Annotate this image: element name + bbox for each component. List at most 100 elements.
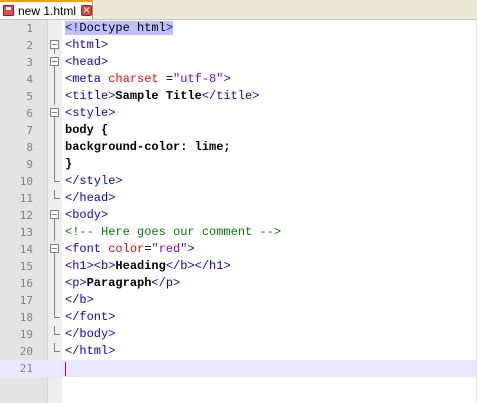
fold-end [50,309,61,326]
code-token: > [165,21,174,35]
line-number: 19 [19,328,33,341]
tab-label: new 1.html [17,3,77,18]
line-code: <title>Sample Title</title> [65,88,259,105]
code-token: </html> [65,344,116,358]
line-code: </b> [65,292,94,309]
code-line[interactable]: 14 <font color="red"> [0,241,477,258]
line-number: 21 [19,362,33,375]
code-token: = [158,72,174,86]
fold-line [50,88,61,105]
code-line[interactable]: 21 [0,360,477,377]
code-token: <font [65,242,109,256]
code-token: <style> [65,106,116,120]
fold-line [50,275,61,292]
code-token: </p> [151,276,181,290]
fold-toggle-icon[interactable] [50,207,61,224]
code-line[interactable]: 18 </font> [0,309,477,326]
fold-toggle-icon[interactable] [50,37,61,54]
line-number: 13 [19,226,33,239]
line-code: <style> [65,105,115,122]
code-token: <p> [65,276,87,290]
line-number: 20 [19,345,33,358]
tab-bar: new 1.html × [0,0,477,20]
code-line[interactable]: 3 <head> [0,54,477,71]
line-code: </html> [65,343,115,360]
line-number: 4 [26,73,33,86]
code-token: <! [65,21,80,35]
code-line[interactable]: 2 <html> [0,37,477,54]
line-number: 16 [19,277,33,290]
code-line[interactable]: 6 <style> [0,105,477,122]
line-number: 6 [26,107,33,120]
code-line[interactable]: 7 body { [0,122,477,139]
code-token: </b> [65,293,94,307]
line-code: </head> [65,190,115,207]
code-token: charset [108,72,159,86]
code-token: </title> [201,89,260,103]
code-token: </b></h1> [165,259,231,273]
code-token: <html> [65,38,109,52]
code-line[interactable]: 4 <meta charset ="utf-8"> [0,71,477,88]
close-icon[interactable]: × [81,5,92,16]
line-number: 10 [19,175,33,188]
line-number: 5 [26,90,33,103]
fold-toggle-icon[interactable] [50,105,61,122]
line-number: 1 [26,22,33,35]
fold-toggle-icon[interactable] [50,54,61,71]
code-token: Sample Title [115,89,202,103]
code-line[interactable]: 11 </head> [0,190,477,207]
line-code: <font color="red"> [65,241,195,258]
fold-end [50,190,61,207]
code-token: </style> [65,174,123,188]
line-code: background-color: lime; [65,139,231,156]
code-line[interactable]: 15 <h1><b>Heading</b></h1> [0,258,477,275]
code-line[interactable]: 10 </style> [0,173,477,190]
line-code: <meta charset ="utf-8"> [65,71,231,88]
code-line[interactable]: 13 <!-- Here goes our comment --> [0,224,477,241]
line-code: } [65,156,72,173]
fold-line [50,292,61,309]
code-line[interactable]: 5 <title>Sample Title</title> [0,88,477,105]
line-code: </body> [65,326,115,343]
code-token: > [187,242,195,256]
line-number: 2 [26,39,33,52]
line-number: 3 [26,56,33,69]
code-editor[interactable]: 1 <!Doctype html> 2 <html> 3 <head> 4 <meta cha… [0,20,477,403]
code-line[interactable]: 12 <body> [0,207,477,224]
code-line[interactable]: 19 </body> [0,326,477,343]
editor-lines: 1 <!Doctype html> 2 <html> 3 <head> 4 <meta cha… [0,20,477,377]
tab-new-1-html[interactable]: new 1.html × [0,0,93,19]
fold-line [50,139,61,156]
fold-end [50,326,61,343]
code-token: > [223,72,231,86]
line-number: 12 [19,209,33,222]
code-line[interactable]: 20 </html> [0,343,477,360]
line-number: 15 [19,260,33,273]
fold-toggle-icon[interactable] [50,241,61,258]
code-line[interactable]: 17 </b> [0,292,477,309]
code-token: } [65,157,73,171]
document-icon [3,5,14,16]
code-line[interactable]: 1 <!Doctype html> [0,20,477,37]
code-token: <body> [65,208,109,222]
code-line[interactable]: 16 <p>Paragraph</p> [0,275,477,292]
code-token: body { [65,123,109,137]
code-token: </head> [65,191,116,205]
line-number: 8 [26,141,33,154]
code-line[interactable]: 8 background-color: lime; [0,139,477,156]
line-number: 9 [26,158,33,171]
line-code: </font> [65,309,115,326]
code-token: color [108,242,145,256]
code-token: "red" [151,242,188,256]
code-token: <!-- Here goes our comment --> [65,225,282,239]
code-token: </body> [65,327,116,341]
fold-line [50,156,61,173]
line-number: 17 [19,294,33,307]
line-number: 7 [26,124,33,137]
line-number: 14 [19,243,33,256]
code-line[interactable]: 9} [0,156,477,173]
fold-line [50,224,61,241]
line-code: <h1><b>Heading</b></h1> [65,258,231,275]
code-token: Doctype html [79,21,166,35]
fold-line [50,258,61,275]
